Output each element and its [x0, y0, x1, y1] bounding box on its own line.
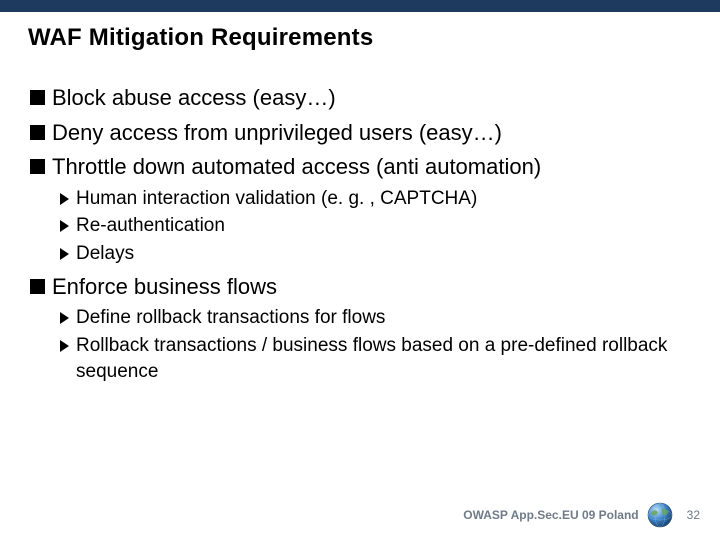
arrow-bullet-icon — [60, 312, 70, 324]
bullet-text: Deny access from unprivileged users (eas… — [52, 119, 502, 148]
list-item: Re-authentication — [60, 213, 690, 239]
bullet-text: Enforce business flows — [52, 273, 277, 302]
list-item: Rollback transactions / business flows b… — [60, 333, 690, 384]
sublist: Human interaction validation (e. g. , CA… — [60, 186, 690, 267]
slide: WAF Mitigation Requirements Block abuse … — [0, 0, 720, 540]
bullet-text: Define rollback transactions for flows — [76, 305, 385, 331]
list-item: Throttle down automated access (anti aut… — [30, 153, 690, 182]
footer-text: OWASP App.Sec.EU 09 Poland — [463, 508, 638, 522]
square-bullet-icon — [30, 90, 45, 105]
arrow-bullet-icon — [60, 340, 70, 352]
bullet-text: Delays — [76, 241, 134, 267]
arrow-bullet-icon — [60, 220, 70, 232]
bullet-text: Throttle down automated access (anti aut… — [52, 153, 541, 182]
slide-title: WAF Mitigation Requirements — [28, 24, 373, 52]
list-item: Enforce business flows — [30, 273, 690, 302]
arrow-bullet-icon — [60, 248, 70, 260]
bullet-text: Re-authentication — [76, 213, 225, 239]
header-bar — [0, 0, 720, 12]
globe-icon — [647, 502, 673, 528]
footer: OWASP App.Sec.EU 09 Poland 32 — [463, 502, 700, 528]
square-bullet-icon — [30, 125, 45, 140]
square-bullet-icon — [30, 159, 45, 174]
bullet-text: Block abuse access (easy…) — [52, 84, 336, 113]
arrow-bullet-icon — [60, 193, 70, 205]
square-bullet-icon — [30, 279, 45, 294]
bullet-text: Human interaction validation (e. g. , CA… — [76, 186, 477, 212]
list-item: Block abuse access (easy…) — [30, 84, 690, 113]
list-item: Deny access from unprivileged users (eas… — [30, 119, 690, 148]
sublist: Define rollback transactions for flows R… — [60, 305, 690, 384]
page-number: 32 — [687, 508, 700, 522]
list-item: Human interaction validation (e. g. , CA… — [60, 186, 690, 212]
list-item: Delays — [60, 241, 690, 267]
list-item: Define rollback transactions for flows — [60, 305, 690, 331]
content-body: Block abuse access (easy…) Deny access f… — [30, 78, 690, 388]
bullet-text: Rollback transactions / business flows b… — [76, 333, 690, 384]
